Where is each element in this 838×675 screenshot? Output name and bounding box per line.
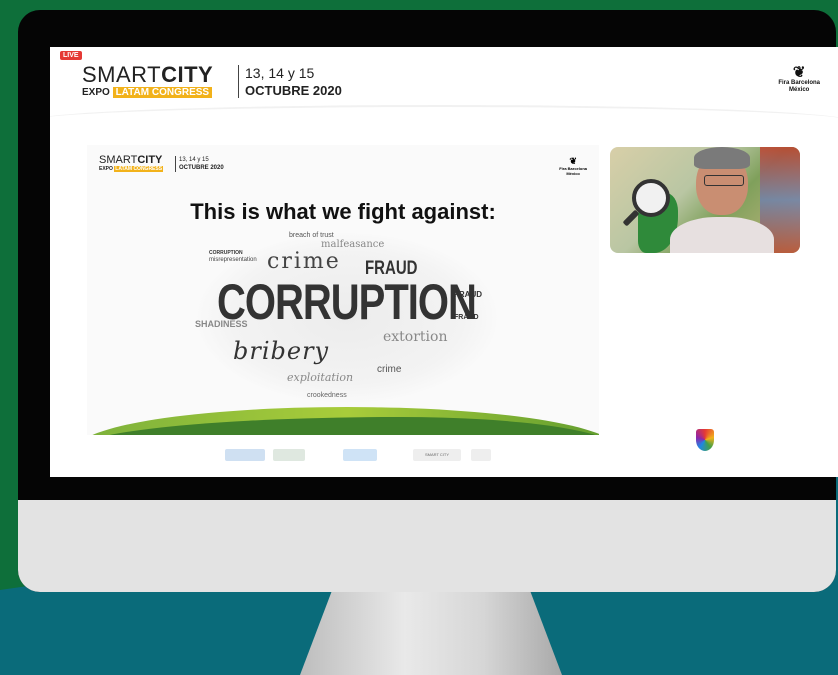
slide-fira-logo: ❦ Fira Barcelona México [559, 156, 587, 177]
slide-fira-logo-icon: ❦ [569, 156, 577, 166]
word-crime: crime [267, 249, 341, 274]
slide-brand-expo: EXPO [99, 166, 113, 172]
live-badge: LIVE [60, 51, 82, 60]
slide-brand-city: CITY [137, 154, 163, 166]
speaker-hair [694, 147, 750, 169]
monitor-chin [18, 500, 836, 592]
sponsor-logos: SMART CITY [225, 439, 525, 465]
event-dates-days: 13, 14 y 15 [245, 65, 315, 81]
brand-latam: LATAM CONGRESS [112, 87, 213, 98]
header-divider [50, 105, 838, 137]
event-dates: 13, 14 y 15 OCTUBRE 2020 [238, 65, 342, 98]
sponsor-logo-1 [225, 449, 265, 461]
word-shadiness: SHADINESS [195, 319, 248, 329]
word-fraud-3: FRAUD [454, 314, 479, 321]
speaker-video [610, 147, 800, 253]
word-misrepresentation: misrepresentation [209, 257, 257, 263]
word-exploitation: exploitation [287, 371, 354, 384]
brand-expo: EXPO [82, 87, 110, 98]
slide-dates-days: 13, 14 y 15 [179, 157, 209, 163]
sponsor-logo-3 [343, 449, 377, 461]
slide-fira-country: México [566, 171, 580, 176]
fira-country: México [788, 87, 810, 93]
slide-event-dates: 13, 14 y 15 OCTUBRE 2020 [175, 156, 224, 172]
slide-brand-smart: SMART [99, 154, 138, 166]
presentation-slide: SMARTCITY EXPO LATAM CONGRESS 13, 14 y 1… [87, 145, 599, 435]
collab-logo-icon [696, 429, 714, 451]
word-corruption: CORRUPTION [217, 275, 477, 330]
smartcity-logo: SMARTCITY EXPO LATAM CONGRESS [82, 64, 213, 98]
sponsor-logo-2 [273, 449, 305, 461]
fira-logo: ❦ Fira Barcelona México [778, 65, 820, 94]
word-corruption-small: CORRUPTION [209, 250, 243, 256]
speaker-shirt [670, 217, 774, 253]
stream-screen: LIVE SMARTCITY EXPO LATAM CONGRESS 13, 1… [50, 47, 838, 477]
word-fraud-2: FRAUD [454, 290, 482, 299]
fira-logo-icon: ❦ [792, 64, 806, 81]
slide-heading: This is what we fight against: [190, 199, 496, 224]
sponsor-logo-fira [471, 449, 491, 461]
event-dates-month: OCTUBRE 2020 [245, 83, 342, 98]
word-cloud: breach of trust malfeasance CORRUPTION m… [195, 232, 497, 403]
sponsor-logo-smartcity: SMART CITY [413, 449, 461, 461]
brand-city: CITY [161, 62, 214, 87]
magnifier-handle [622, 209, 640, 227]
brand-smart: SMART [82, 62, 162, 87]
slide-dates-month: OCTUBRE 2020 [179, 165, 224, 171]
fira-name: Fira Barcelona [778, 80, 820, 86]
speaker-glasses [704, 175, 744, 186]
word-bribery: bribery [233, 337, 330, 365]
monitor-stand [300, 592, 562, 675]
word-crookedness: crookedness [307, 392, 347, 399]
word-breach: breach of trust [289, 232, 334, 239]
slide-brand-latam: LATAM CONGRESS [114, 166, 164, 172]
slide-smartcity-logo: SMARTCITY EXPO LATAM CONGRESS [99, 154, 164, 172]
word-extortion: extortion [383, 329, 448, 345]
word-crime-2: crime [377, 364, 402, 375]
